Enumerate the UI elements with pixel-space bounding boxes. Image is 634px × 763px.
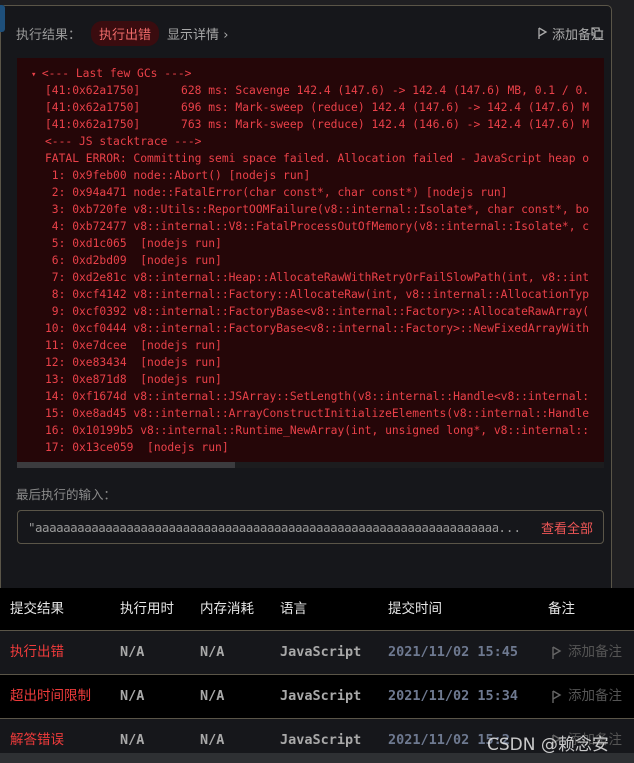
log-line: 8: 0xcf4142 v8::internal::Factory::Alloc… [17,286,604,303]
log-line: 4: 0xb72477 v8::internal::V8::FatalProce… [17,218,604,235]
result-label: 执行结果： [16,27,82,43]
result-status-link[interactable]: 超出时间限制 [10,675,91,718]
ellipsis: ... [498,519,521,535]
memory-cell: N/A [200,688,225,704]
log-horizontal-scrollbar[interactable] [17,462,604,468]
log-line: ▾ <--- Last few GCs ---> [17,65,604,82]
log-line-text: [41:0x62a1750] 628 ms: Scavenge 142.4 (1… [45,84,590,97]
log-line: 14: 0xf1674d v8::internal::JSArray::SetL… [17,388,604,405]
log-line-text: 1: 0x9feb00 node::Abort() [nodejs run] [45,169,311,182]
log-line: 7: 0xd2e81c v8::internal::Heap::Allocate… [17,269,604,286]
log-line-text: 9: 0xcf0392 v8::internal::FactoryBase<v8… [45,305,590,318]
memory-cell: N/A [200,644,225,660]
scroll-indicator [0,5,5,32]
log-line-text: 5: 0xd1c065 [nodejs run] [45,237,222,250]
error-log: ▾ <--- Last few GCs ---> [41:0x62a1750] 6… [17,58,604,468]
collapse-triangle-icon[interactable]: ▾ [31,70,42,80]
runtime-cell: N/A [120,644,145,660]
log-line: 3: 0xb720fe v8::Utils::ReportOOMFailure(… [17,201,604,218]
watermark: CSDN @赖念安 [487,735,609,755]
language-cell: JavaScript [280,644,362,660]
log-line-text: 14: 0xf1674d v8::internal::JSArray::SetL… [45,390,590,403]
log-line-text: [41:0x62a1750] 696 ms: Mark-sweep (reduc… [45,101,590,114]
show-details-label: 显示详情 [167,27,220,43]
log-line: 5: 0xd1c065 [nodejs run] [17,235,604,252]
log-line: 13: 0xe871d8 [nodejs run] [17,371,604,388]
show-details-link[interactable]: 显示详情 › [167,24,228,43]
log-line-text: <--- JS stacktrace ---> [45,135,202,148]
log-line-text: 15: 0xe8ad45 v8::internal::ArrayConstruc… [45,407,590,420]
view-all-link[interactable]: 查看全部 [541,518,593,537]
log-line: 11: 0xe7dcee [nodejs run] [17,337,604,354]
last-input-label: 最后执行的输入： [16,487,117,502]
language-cell: JavaScript [280,688,362,704]
flag-icon [552,645,562,659]
last-input-value: "aaaaaaaaaaaaaaaaaaaaaaaaaaaaaaaaaaaaaaa… [28,519,499,535]
copy-icon[interactable] [591,27,603,39]
log-line-text: [41:0x62a1750] 763 ms: Mark-sweep (reduc… [45,118,590,131]
scrollbar-thumb[interactable] [17,462,235,468]
last-input-box: "aaaaaaaaaaaaaaaaaaaaaaaaaaaaaaaaaaaaaaa… [17,510,604,544]
submit-time-cell: 2021/11/02 15:45 [388,644,519,660]
add-note-button[interactable]: 添加备注 [552,675,622,718]
result-status-link[interactable]: 执行出错 [10,631,64,674]
log-line-text: 11: 0xe7dcee [nodejs run] [45,339,222,352]
log-line-text: 10: 0xcf0444 v8::internal::FactoryBase<v… [45,322,590,335]
runtime-cell: N/A [120,688,145,704]
log-line-text: 8: 0xcf4142 v8::internal::Factory::Alloc… [45,288,590,301]
log-line-text: 4: 0xb72477 v8::internal::V8::FatalProce… [45,220,590,233]
log-line: 16: 0x10199b5 v8::internal::Runtime_NewA… [17,422,604,439]
log-line: [41:0x62a1750] 696 ms: Mark-sweep (reduc… [17,99,604,116]
log-line-text: <--- Last few GCs ---> [41,67,192,80]
add-note-button[interactable]: 添加备注 [552,631,622,674]
log-line: 10: 0xcf0444 v8::internal::FactoryBase<v… [17,320,604,337]
log-line-text: 2: 0x94a471 node::FatalError(char const*… [45,186,508,199]
add-note-label: 添加备注 [568,688,622,704]
log-line: [41:0x62a1750] 763 ms: Mark-sweep (reduc… [17,116,604,133]
col-result: 提交结果 [10,601,64,617]
log-line-text: 12: 0xe83434 [nodejs run] [45,356,222,369]
log-line: 12: 0xe83434 [nodejs run] [17,354,604,371]
table-row[interactable]: 超出时间限制 N/A N/A JavaScript 2021/11/02 15:… [0,675,634,719]
log-line-text: 16: 0x10199b5 v8::internal::Runtime_NewA… [45,424,590,437]
log-line-text: 6: 0xd2bd09 [nodejs run] [45,254,222,267]
log-line: [41:0x62a1750] 628 ms: Scavenge 142.4 (1… [17,82,604,99]
log-line-text: 17: 0x13ce059 [nodejs run] [45,441,229,454]
log-line: 1: 0x9feb00 node::Abort() [nodejs run] [17,167,604,184]
log-line: 9: 0xcf0392 v8::internal::FactoryBase<v8… [17,303,604,320]
chevron-right-icon: › [223,27,229,43]
add-note-label: 添加备注 [568,644,622,660]
log-line: 17: 0x13ce059 [nodejs run] [17,439,604,456]
log-line: FATAL ERROR: Committing semi space faile… [17,150,604,167]
log-line: <--- JS stacktrace ---> [17,133,604,150]
submit-time-cell: 2021/11/02 15:34 [388,688,519,704]
col-memory: 内存消耗 [200,601,254,617]
col-language: 语言 [280,601,307,617]
result-header: 执行结果： 执行出错 显示详情 › [16,20,228,46]
log-line-text: FATAL ERROR: Committing semi space faile… [45,152,590,165]
table-header: 提交结果 执行用时 内存消耗 语言 提交时间 备注 [0,588,634,631]
log-line: 15: 0xe8ad45 v8::internal::ArrayConstruc… [17,405,604,422]
table-row[interactable]: 执行出错 N/A N/A JavaScript 2021/11/02 15:45… [0,631,634,675]
flag-icon [538,27,548,39]
log-line: 2: 0x94a471 node::FatalError(char const*… [17,184,604,201]
col-note: 备注 [548,601,575,617]
log-line: 6: 0xd2bd09 [nodejs run] [17,252,604,269]
flag-icon [552,689,562,703]
log-line-text: 3: 0xb720fe v8::Utils::ReportOOMFailure(… [45,203,590,216]
status-badge: 执行出错 [91,20,160,46]
col-submit-time: 提交时间 [388,601,442,617]
col-runtime: 执行用时 [120,601,174,617]
log-line-text: 7: 0xd2e81c v8::internal::Heap::Allocate… [45,271,590,284]
log-line-text: 13: 0xe871d8 [nodejs run] [45,373,222,386]
